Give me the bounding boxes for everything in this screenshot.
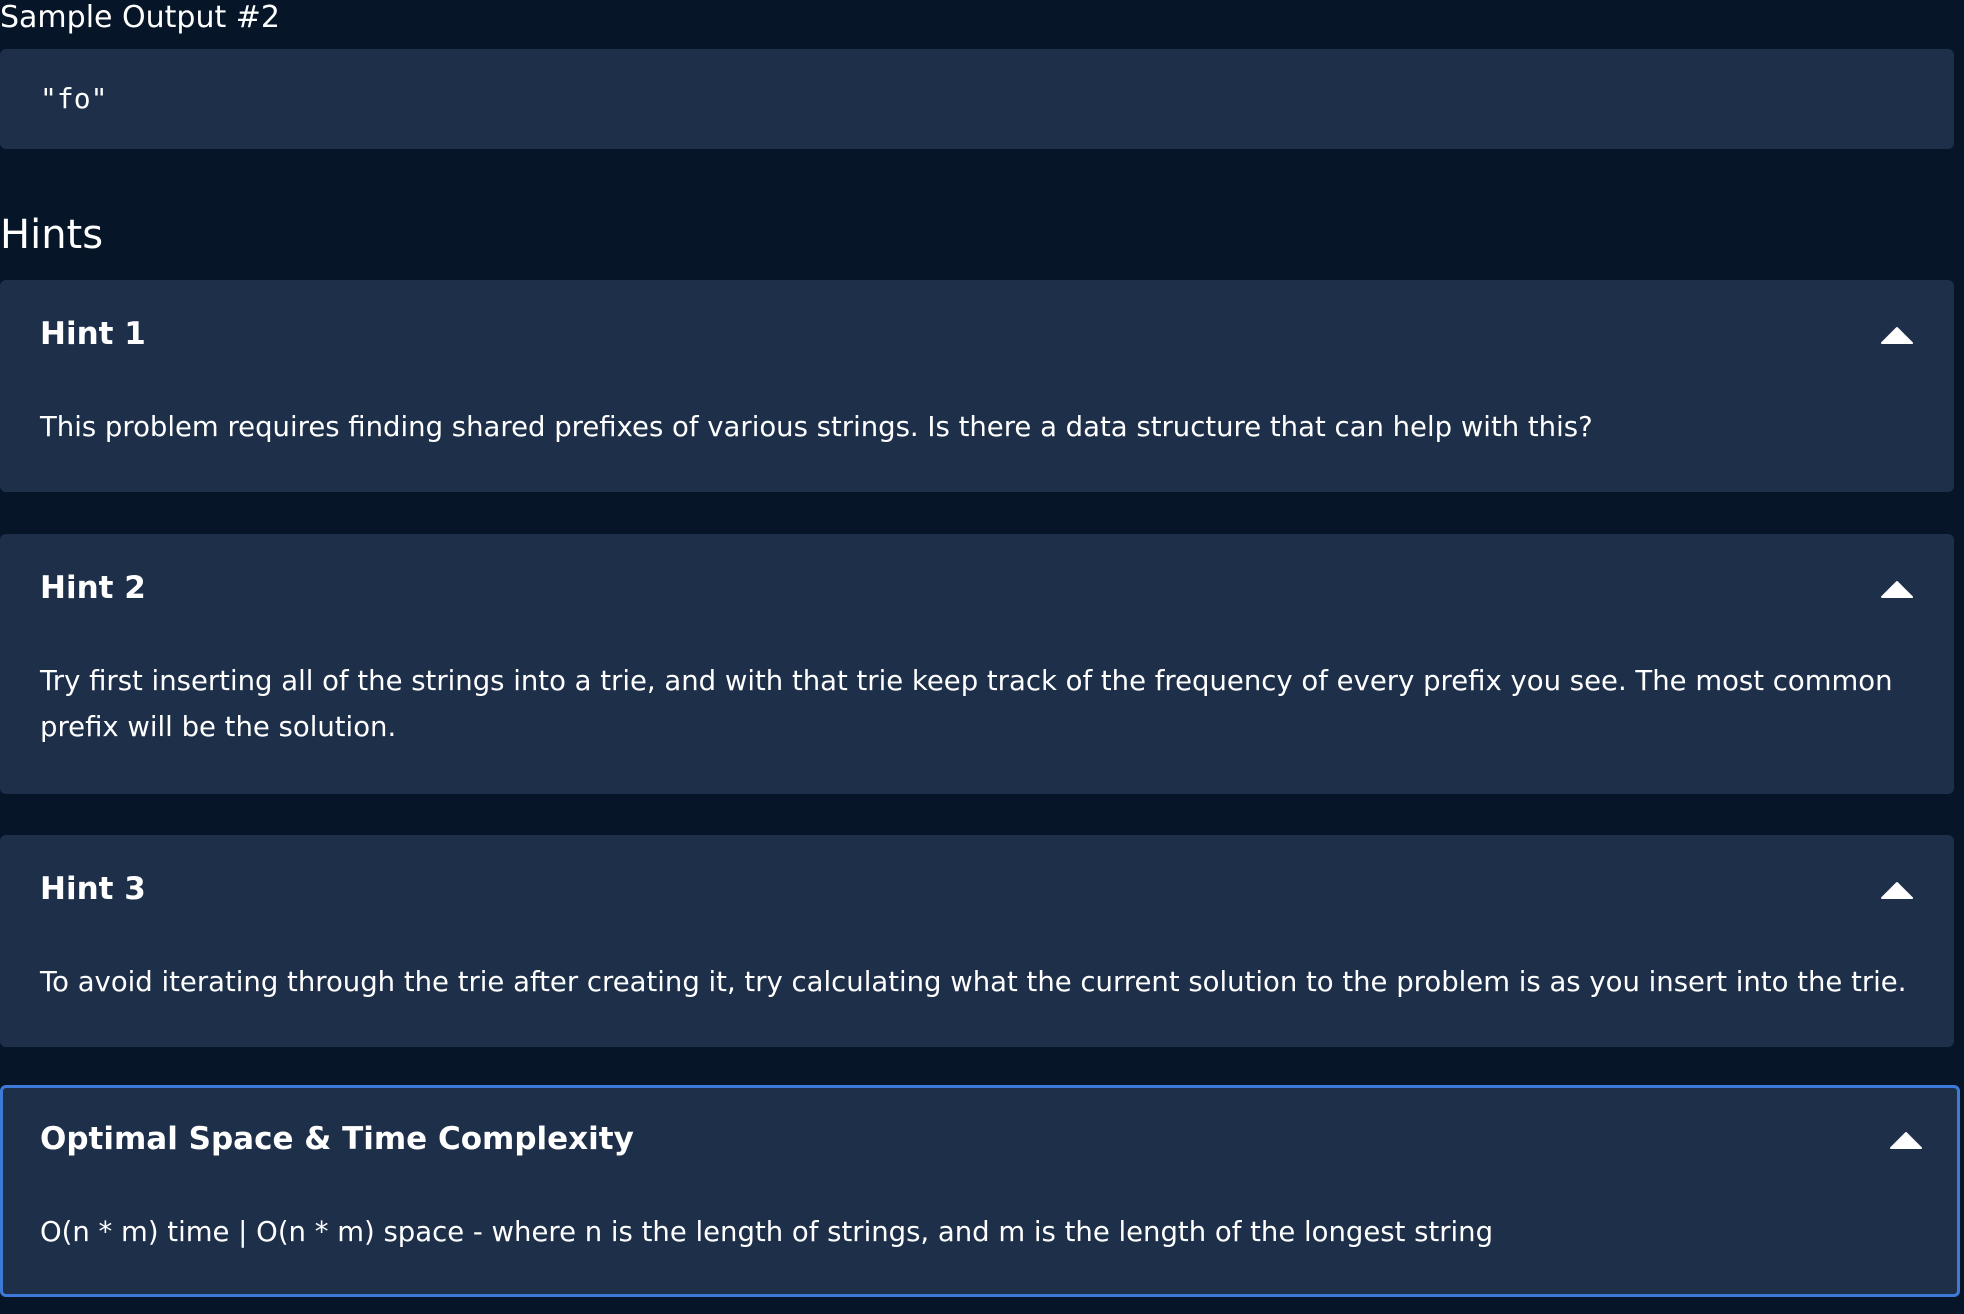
- hint-3-card[interactable]: Hint 3 To avoid iterating through the tr…: [0, 835, 1954, 1047]
- hint-2-body: Try first inserting all of the strings i…: [40, 665, 1893, 743]
- chevron-up-icon[interactable]: [1889, 1130, 1923, 1150]
- chevron-up-icon[interactable]: [1880, 325, 1914, 345]
- complexity-title[interactable]: Optimal Space & Time Complexity: [40, 1113, 634, 1165]
- complexity-body: O(n * m) time | O(n * m) space - where n…: [40, 1216, 1494, 1248]
- hint-1-title[interactable]: Hint 1: [40, 308, 146, 360]
- sample-output-code: "fo": [40, 82, 108, 115]
- chevron-up-icon[interactable]: [1880, 880, 1914, 900]
- hint-1-body: This problem requires finding shared pre…: [40, 411, 1593, 443]
- complexity-card[interactable]: Optimal Space & Time Complexity O(n * m)…: [0, 1085, 1960, 1297]
- hint-2-card[interactable]: Hint 2 Try first inserting all of the st…: [0, 534, 1954, 794]
- sample-output-title: Sample Output #2: [0, 0, 280, 35]
- hint-3-body: To avoid iterating through the trie afte…: [40, 966, 1907, 998]
- hint-2-title[interactable]: Hint 2: [40, 562, 146, 614]
- hint-1-card[interactable]: Hint 1 This problem requires finding sha…: [0, 280, 1954, 492]
- sample-output-code-block: "fo": [0, 49, 1954, 149]
- hints-heading: Hints: [0, 212, 104, 258]
- hint-3-title[interactable]: Hint 3: [40, 863, 146, 915]
- chevron-up-icon[interactable]: [1880, 579, 1914, 599]
